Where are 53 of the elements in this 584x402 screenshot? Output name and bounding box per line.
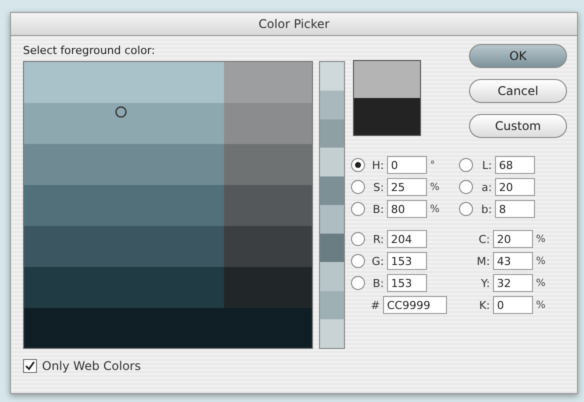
- radio-button[interactable]: [351, 232, 365, 246]
- field-label: K:: [478, 298, 490, 312]
- radio-button[interactable]: [351, 276, 365, 290]
- field-label: L:: [481, 158, 492, 172]
- unit-label: %: [536, 278, 546, 288]
- input-field[interactable]: 80: [387, 200, 427, 218]
- prompt-label: Select foreground color:: [23, 44, 156, 57]
- field-label: b:: [480, 202, 492, 216]
- radio-button[interactable]: [351, 158, 365, 172]
- field-label: B:: [372, 276, 384, 290]
- input-field[interactable]: 20: [495, 178, 535, 196]
- unit-label: %: [536, 256, 546, 266]
- field-label: G:: [370, 254, 384, 268]
- field-label: a:: [480, 180, 492, 194]
- input-field[interactable]: 204: [387, 230, 427, 248]
- field-label: S:: [372, 180, 384, 194]
- hue-slider-drawing[interactable]: [319, 61, 345, 349]
- input-field[interactable]: 20: [493, 230, 533, 248]
- input-field[interactable]: 153: [387, 252, 427, 270]
- unit-label: %: [536, 234, 546, 244]
- field-label: Y:: [480, 276, 490, 290]
- radio-button[interactable]: [351, 254, 365, 268]
- radio-button[interactable]: [351, 202, 365, 216]
- dialog-button[interactable]: OK: [469, 44, 567, 68]
- input-field[interactable]: 8: [495, 200, 535, 218]
- input-field[interactable]: 43: [493, 252, 533, 270]
- input-field[interactable]: CC9999: [383, 296, 447, 314]
- input-field[interactable]: 0: [387, 156, 427, 174]
- field-label: H:: [371, 158, 384, 172]
- window-title: Color Picker: [258, 17, 330, 31]
- field-label: #: [370, 298, 380, 312]
- dialog-button[interactable]: Custom: [469, 114, 567, 138]
- unit-label: %: [536, 300, 546, 310]
- dialog-button[interactable]: Cancel: [469, 79, 567, 103]
- checkbox[interactable]: [23, 359, 37, 373]
- input-field[interactable]: 32: [493, 274, 533, 292]
- radio-button[interactable]: [459, 180, 473, 194]
- radio-button[interactable]: [459, 158, 473, 172]
- color-field-drawing[interactable]: [23, 61, 313, 349]
- input-field[interactable]: 25: [387, 178, 427, 196]
- input-field[interactable]: 0: [493, 296, 533, 314]
- field-label: C:: [478, 232, 490, 246]
- unit-label: %: [430, 204, 440, 214]
- field-label: R:: [372, 232, 384, 246]
- field-label: B:: [372, 202, 384, 216]
- radio-button[interactable]: [459, 202, 473, 216]
- unit-label: %: [430, 182, 440, 192]
- input-field[interactable]: 153: [387, 274, 427, 292]
- input-field[interactable]: 68: [495, 156, 535, 174]
- unit-label: °: [430, 160, 435, 170]
- radio-button[interactable]: [351, 180, 365, 194]
- checkbox-label: Only Web Colors: [42, 359, 141, 373]
- field-label: M:: [476, 254, 490, 268]
